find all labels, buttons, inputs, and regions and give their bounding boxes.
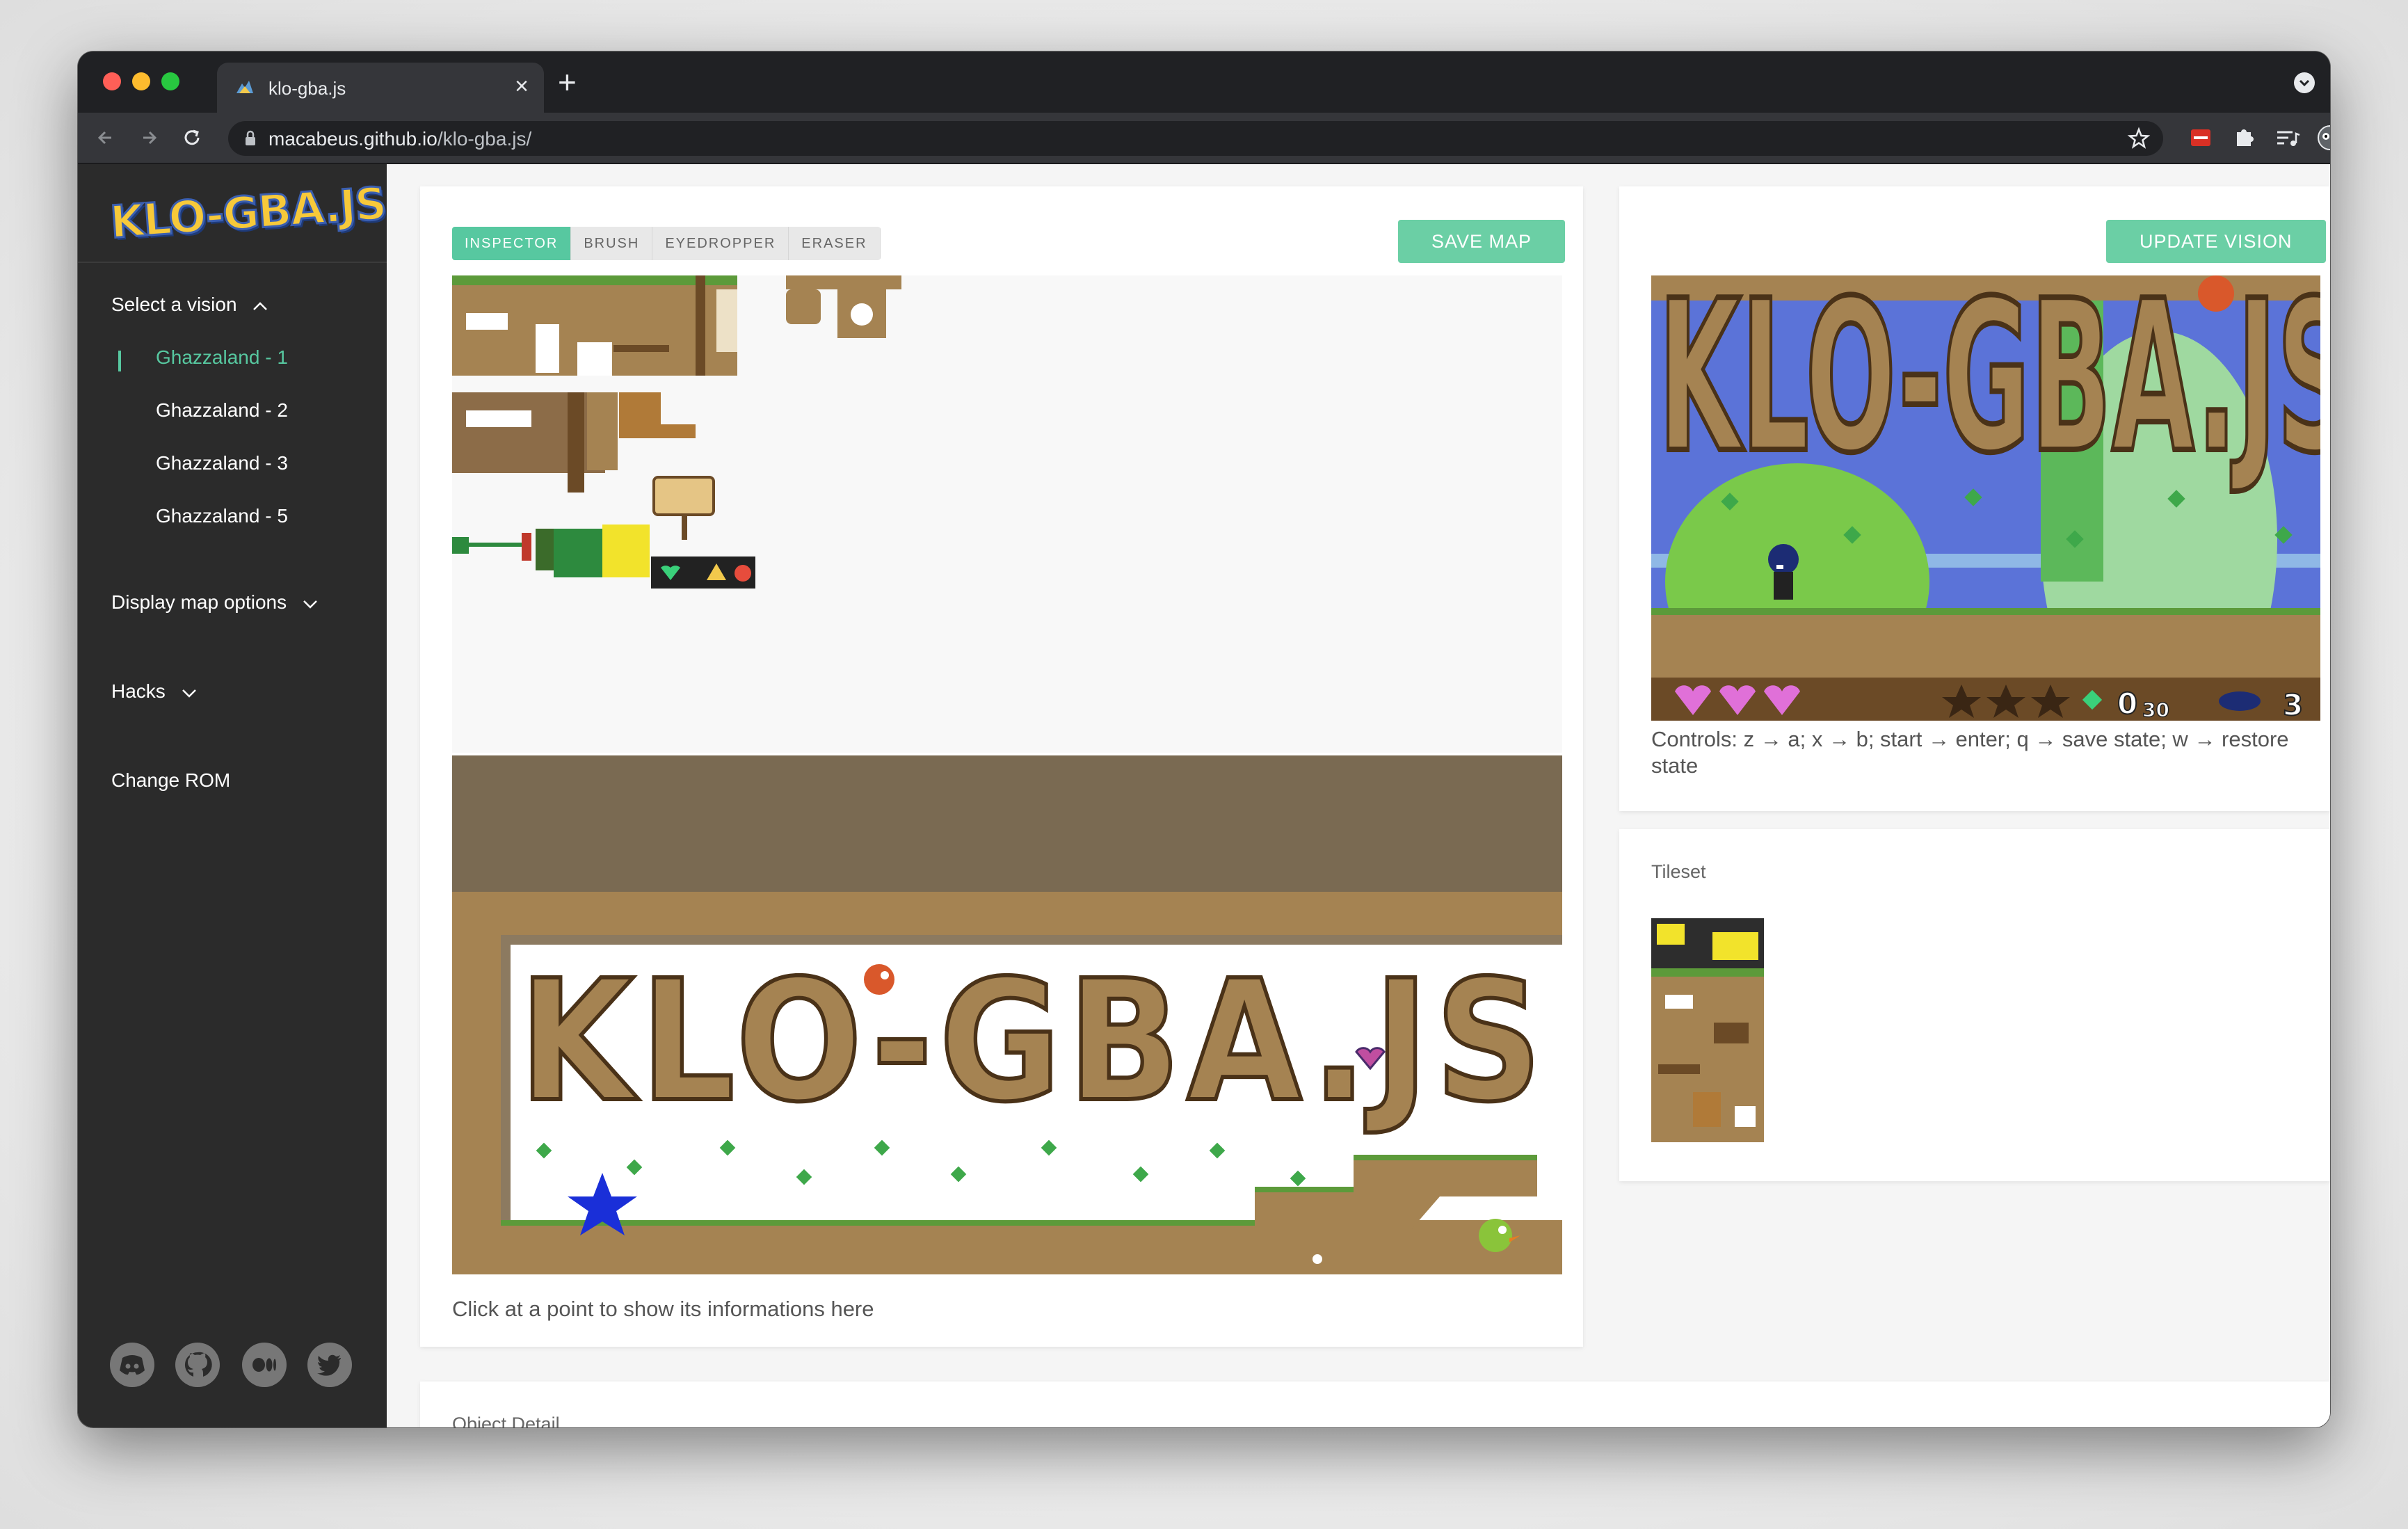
logo-text: KLO-GBA.JS	[107, 177, 388, 250]
close-window-button[interactable]	[103, 72, 121, 90]
tool-eyedropper[interactable]: EYEDROPPER	[652, 227, 789, 260]
url-path: /klo-gba.js/	[437, 128, 532, 150]
medium-link[interactable]	[242, 1343, 287, 1387]
select-vision-toggle[interactable]: Select a vision	[111, 294, 268, 316]
chevron-down-icon	[2299, 79, 2310, 87]
chevron-up-icon	[253, 301, 268, 310]
browser-toolbar: macabeus.github.io/klo-gba.js/	[78, 113, 2330, 164]
discord-icon	[120, 1355, 145, 1375]
palette-tiles-top[interactable]	[452, 275, 737, 376]
tool-eraser[interactable]: ERASER	[789, 227, 881, 260]
browser-tab[interactable]: klo-gba.js ×	[217, 63, 544, 113]
extensions-puzzle-icon[interactable]	[2229, 122, 2259, 153]
url-text: macabeus.github.io/klo-gba.js/	[268, 128, 531, 150]
display-map-options-label: Display map options	[111, 591, 287, 613]
change-rom-link[interactable]: Change ROM	[111, 769, 230, 792]
tab-title: klo-gba.js	[268, 78, 346, 99]
display-map-options-toggle[interactable]: Display map options	[111, 591, 319, 614]
hacks-label: Hacks	[111, 680, 166, 702]
hud-lives-count: 3	[2283, 688, 2303, 721]
hud-gem-count: 0	[2117, 687, 2137, 721]
bookmark-star-icon[interactable]	[2127, 127, 2151, 150]
vision-item-3[interactable]: Ghazzaland - 3	[156, 452, 288, 474]
tool-selector: INSPECTOR BRUSH EYEDROPPER ERASER	[452, 227, 881, 260]
sidebar: KLO-GBA.JS Select a vision Ghazzaland - …	[78, 164, 388, 1427]
browser-window: klo-gba.js × + macabeus.github.io/klo-gb…	[78, 51, 2330, 1427]
object-detail-label: Object Detail	[452, 1414, 560, 1427]
medium-icon	[252, 1358, 276, 1372]
profile-avatar-icon[interactable]	[2315, 122, 2330, 153]
chevron-down-icon	[303, 600, 317, 609]
minimize-window-button[interactable]	[132, 72, 150, 90]
app-logo[interactable]: KLO-GBA.JS	[107, 177, 388, 250]
back-arrow-icon[interactable]	[90, 122, 121, 153]
main-content: INSPECTOR BRUSH EYEDROPPER ERASER SAVE M…	[387, 164, 2330, 1427]
controls-help: Controls: z → a; x → b; start → enter; q…	[1651, 726, 2305, 779]
gba-emulator-screen[interactable]: KLO-GBA.JS 0 30 3	[1651, 275, 2320, 721]
save-map-button[interactable]: SAVE MAP	[1398, 220, 1566, 263]
sidebar-divider	[78, 262, 387, 263]
object-palette[interactable]	[452, 275, 1562, 753]
address-bar[interactable]: macabeus.github.io/klo-gba.js/	[228, 121, 2163, 156]
tab-search-button[interactable]	[2294, 72, 2315, 93]
active-vision-indicator	[118, 351, 121, 371]
zoom-window-button[interactable]	[161, 72, 179, 90]
tool-inspector[interactable]: INSPECTOR	[452, 227, 572, 260]
hud-gem-total: 30	[2142, 698, 2169, 721]
hacks-toggle[interactable]: Hacks	[111, 680, 198, 703]
select-vision-label: Select a vision	[111, 294, 237, 315]
object-detail-card: Object Detail	[420, 1382, 2330, 1427]
desktop-background: klo-gba.js × + macabeus.github.io/klo-gb…	[0, 0, 2408, 1529]
enemy-sprite-top[interactable]	[864, 964, 894, 995]
controls-help-text: Controls: z → a; x → b; start → enter; q…	[1651, 727, 2289, 778]
map-editor-card: INSPECTOR BRUSH EYEDROPPER ERASER SAVE M…	[420, 186, 1583, 1347]
emulator-enemy-sprite	[2198, 275, 2234, 312]
twitter-icon	[317, 1354, 341, 1376]
extension-red-icon[interactable]	[2185, 122, 2216, 153]
map-marker-dot[interactable]	[1313, 1254, 1322, 1264]
discord-link[interactable]	[110, 1343, 154, 1387]
chevron-down-icon	[182, 689, 196, 698]
forward-arrow-icon[interactable]	[134, 122, 164, 153]
vision-item-1[interactable]: Ghazzaland - 1	[156, 346, 288, 369]
inspector-hint: Click at a point to show its information…	[452, 1297, 874, 1321]
tileset-card: Tileset	[1619, 829, 2330, 1181]
update-vision-button[interactable]: UPDATE VISION	[2106, 220, 2326, 263]
new-tab-button[interactable]: +	[558, 65, 577, 99]
tool-brush[interactable]: BRUSH	[571, 227, 653, 260]
twitter-link[interactable]	[307, 1343, 352, 1387]
emulator-card: UPDATE VISION KLO-GBA.JS 0 30 3 Controls…	[1619, 186, 2330, 811]
map-canvas[interactable]: KLO-GBA.JS	[452, 755, 1562, 1274]
github-link[interactable]	[175, 1343, 220, 1387]
map-title-blocks[interactable]: KLO-GBA.JS	[517, 942, 1548, 1141]
reload-icon[interactable]	[177, 122, 207, 153]
lock-icon	[246, 130, 255, 145]
tileset-image[interactable]	[1651, 918, 1764, 1142]
media-queue-icon[interactable]	[2272, 122, 2302, 153]
app-page: KLO-GBA.JS Select a vision Ghazzaland - …	[78, 164, 2330, 1427]
url-domain: macabeus.github.io	[268, 128, 438, 150]
tab-close-icon[interactable]: ×	[515, 72, 529, 100]
site-favicon-icon	[236, 81, 253, 93]
github-icon	[184, 1352, 212, 1377]
vision-item-2[interactable]: Ghazzaland - 2	[156, 399, 288, 422]
vision-item-5[interactable]: Ghazzaland - 5	[156, 505, 288, 527]
tileset-label: Tileset	[1651, 861, 1706, 882]
tab-strip: klo-gba.js × +	[78, 51, 2330, 113]
